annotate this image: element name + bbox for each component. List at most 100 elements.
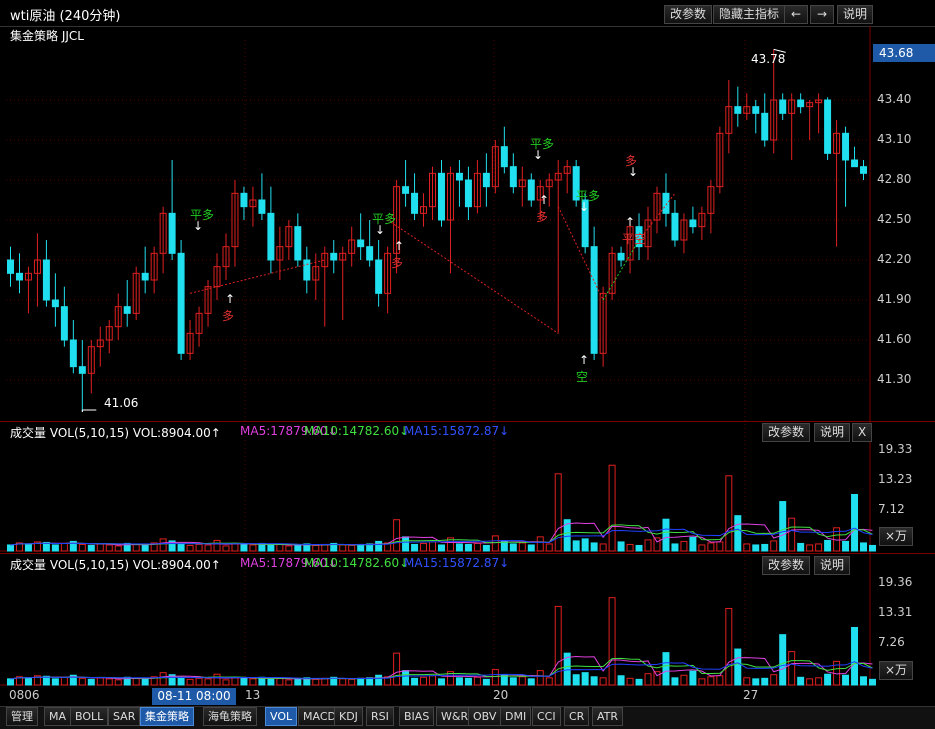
candle-body [123,306,131,314]
volume-bar [509,677,517,686]
signal-label: 多 [536,210,549,224]
vol-indicator-label: 成交量 VOL(5,10,15) VOL:8904.00↑ [10,426,221,440]
volume-bar [716,541,724,552]
volume-bar [375,674,383,686]
volume-bar [240,677,248,686]
volume-bar [716,675,724,686]
indicator-tab[interactable]: MA [44,707,72,726]
vol-help-button[interactable]: 说明 [814,423,851,442]
volume-bar [770,674,778,686]
volume-bar [132,543,140,552]
indicator-tab[interactable]: DMI [500,707,532,726]
volume-bar [788,517,796,552]
indicator-tab[interactable]: VOL [265,707,298,726]
volume-bar [78,677,86,686]
volume-bar [554,605,562,686]
candle-body [734,106,742,114]
volume-bar [608,464,616,552]
volume-bar [51,678,59,686]
indicator-tab[interactable]: 集金策略 [140,707,194,726]
indicator-tab[interactable]: ATR [592,707,624,726]
vol2-unit-button[interactable]: ×万 [879,661,914,680]
vol1-unit-button[interactable]: ×万 [879,527,914,546]
candle-body [824,99,832,154]
volume-bar [7,678,14,686]
cursor-date-box: 08-11 08:00 [152,688,236,705]
volume-bar [509,543,517,552]
volume-bar [96,543,104,552]
volume-bar [680,540,688,552]
volume-bar [788,651,796,686]
volume-bar [231,543,239,552]
indicator-tab[interactable]: CR [564,707,590,726]
volume-bar [671,677,679,686]
volume-bar [698,678,706,686]
x-axis-label: 20 [493,688,509,702]
indicator-tab[interactable]: SAR [108,707,141,726]
volume-bar [842,540,850,552]
volume-bar [87,544,95,552]
vol-ma10-label: MA10:14782.60↓ [304,556,410,570]
signal-label: 空 [576,370,589,384]
indicator-tab[interactable]: 管理 [6,707,38,726]
x-axis-label: 27 [743,688,759,702]
vol2-tick: 19.36 [878,575,913,589]
volume-bar [599,677,607,686]
price-tick: 41.90 [877,292,912,306]
volume-bar [761,677,769,686]
volume-bar [267,678,275,686]
volume-bar [743,677,751,686]
volume-bar [464,677,472,686]
indicator-tab[interactable]: BOLL [70,707,109,726]
vol1-tick: 19.33 [878,442,913,456]
vol-close-button[interactable]: X [852,423,873,442]
volume-bar [357,677,365,686]
volume-bar [24,543,32,552]
indicator-tab[interactable]: KDJ [334,707,363,726]
volume-bar [725,607,733,686]
volume-bar [312,544,320,552]
volume-bar [860,542,867,552]
indicator-tab[interactable]: RSI [366,707,394,726]
candle-body [411,192,419,214]
volume-bar [707,542,715,552]
volume-bar [653,537,661,552]
volume-bar [599,543,607,552]
volume-bar [213,539,221,552]
volume-bar [429,675,437,686]
volume-bar [348,678,356,686]
indicator-tab[interactable]: 海龟策略 [203,707,257,726]
arrow-up-icon: ↑ [579,353,590,367]
volume-bar [491,535,499,552]
low-price-label: 41.06 [104,396,139,410]
volume-bar [60,542,68,552]
indicator-tab[interactable]: OBV [468,707,502,726]
indicator-tab[interactable]: BIAS [399,707,435,726]
volume-bar [617,675,625,686]
indicator-tab[interactable]: CCI [532,707,561,726]
candle-body [141,272,149,281]
volume-bar [276,677,284,686]
volume-bar [420,676,428,686]
volume-bar [806,678,814,686]
vol-params-button[interactable]: 改参数 [762,556,811,575]
price-tick: 43.10 [877,132,912,146]
volume-bar [671,543,679,552]
volume-bar [177,677,185,686]
volume-bar [285,679,293,686]
candle-body [797,99,805,108]
candle-body [240,192,248,208]
volume-bar [527,544,535,552]
vol-params-button[interactable]: 改参数 [762,423,811,442]
vol-help-button[interactable]: 说明 [814,556,851,575]
volume-bar [393,652,401,686]
candle-body [842,132,850,161]
volume-bar [752,544,760,552]
candle-body [689,219,697,228]
volume-bar [276,543,284,552]
volume-bar [294,678,302,686]
vol1-tick: 13.23 [878,472,913,486]
volume-bar [554,473,562,552]
volume-bar [186,678,194,686]
volume-bar [752,678,760,686]
